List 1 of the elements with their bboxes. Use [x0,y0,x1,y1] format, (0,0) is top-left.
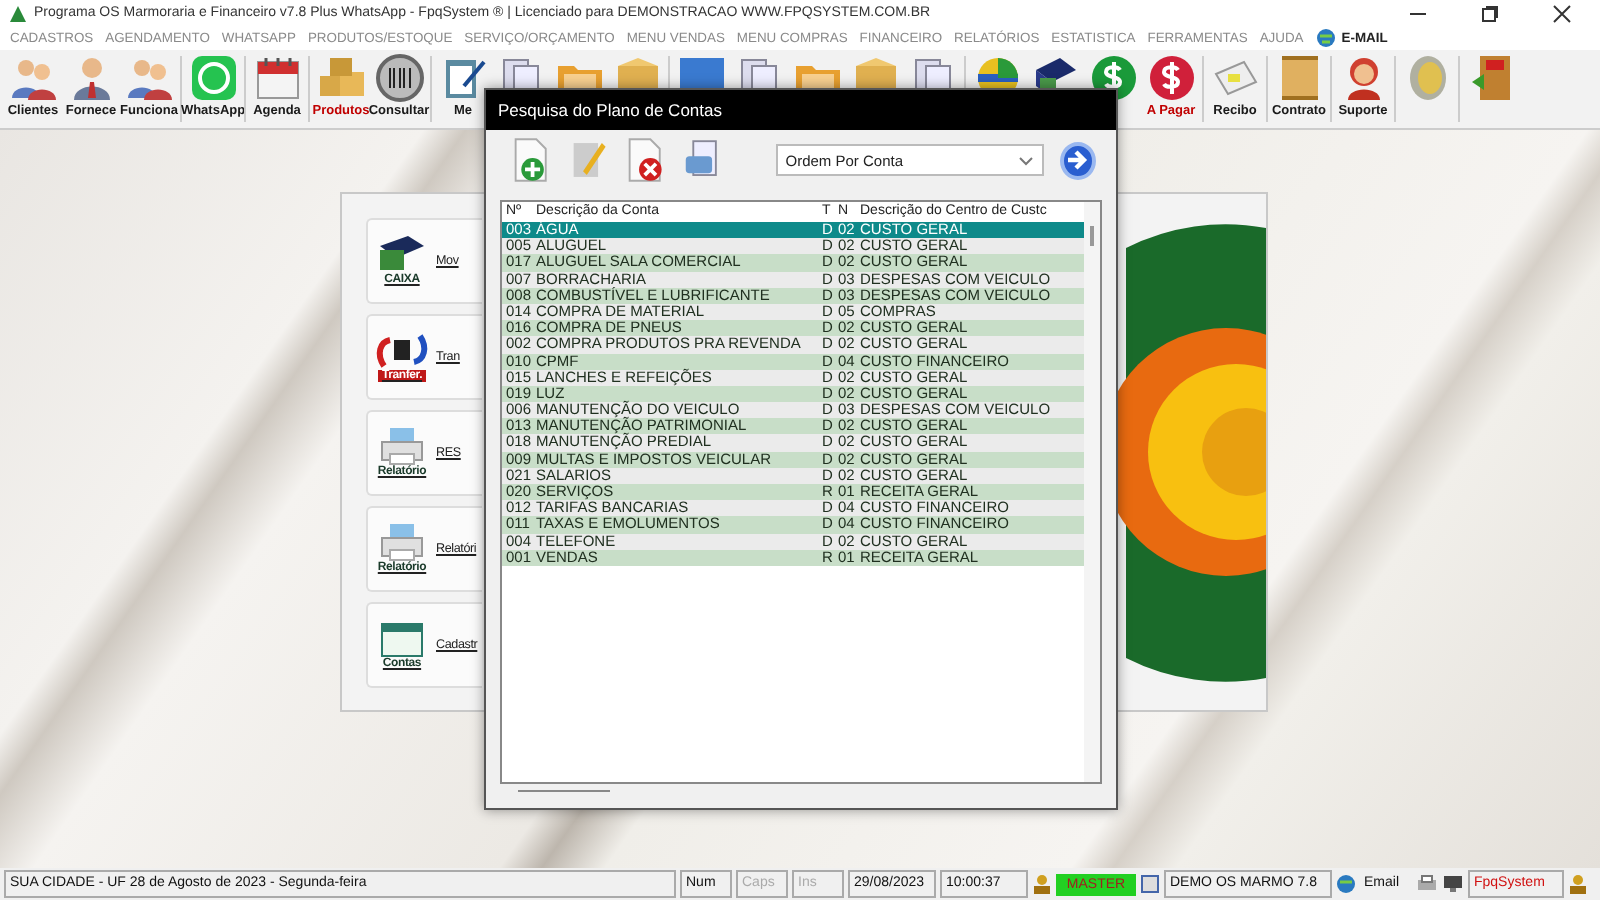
dialog-title: Pesquisa do Plano de Contas [486,90,1116,130]
